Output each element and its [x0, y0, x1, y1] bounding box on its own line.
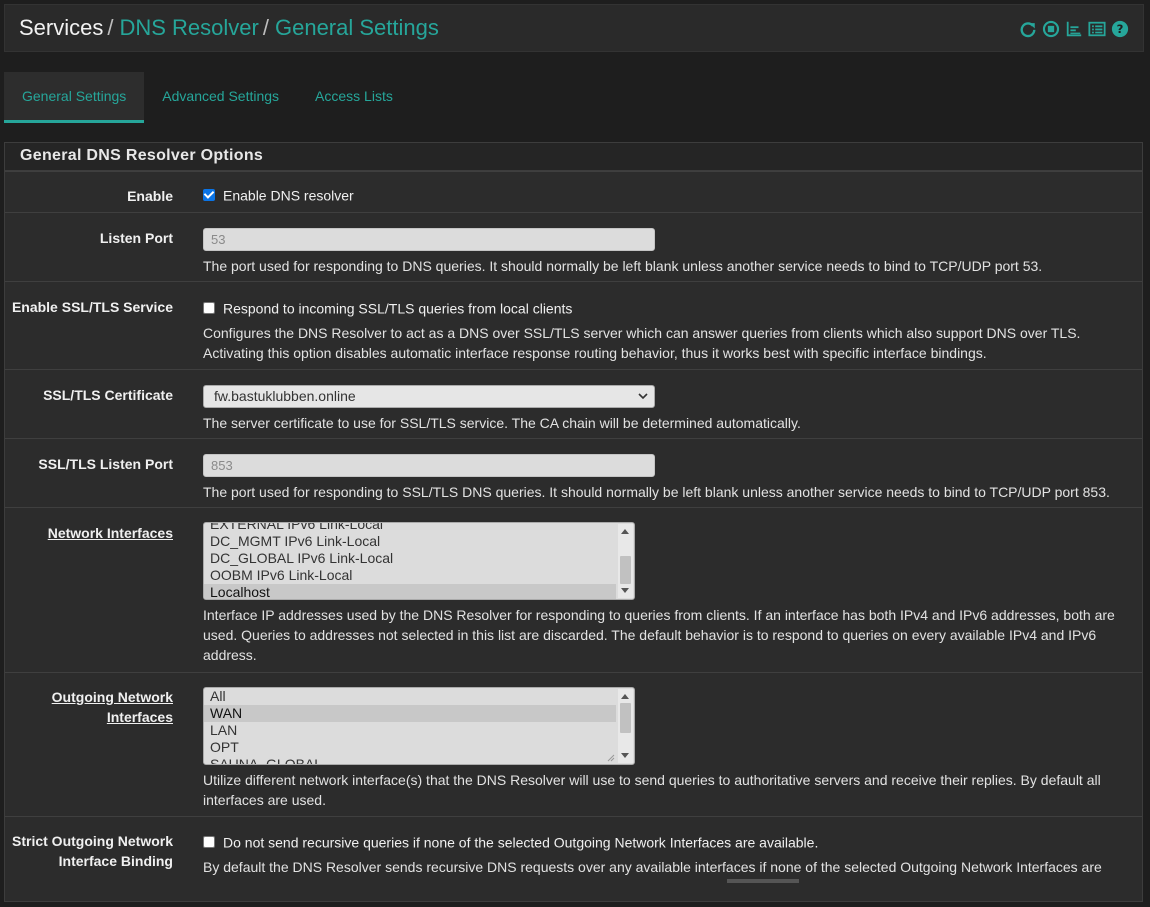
outgoing-interfaces-row: Outgoing Network Interfaces All WAN LAN …: [5, 672, 1142, 817]
outgoing-interfaces-label[interactable]: Outgoing Network Interfaces: [5, 687, 173, 727]
network-interfaces-help: Interface IP addresses used by the DNS R…: [203, 607, 1115, 663]
tab-access-lists[interactable]: Access Lists: [297, 72, 411, 120]
enable-checkbox-label[interactable]: Enable DNS resolver: [223, 187, 354, 203]
strict-binding-label: Strict Outgoing Network Interface Bindin…: [5, 831, 173, 871]
strict-binding-checkbox-label[interactable]: Do not send recursive queries if none of…: [223, 834, 818, 850]
svg-text:?: ?: [1116, 22, 1123, 36]
enable-row: Enable Enable DNS resolver: [5, 171, 1142, 213]
list-item[interactable]: SAUNA_GLOBAL: [204, 756, 616, 764]
ssl-certificate-help: The server certificate to use for SSL/TL…: [203, 415, 801, 431]
ssl-port-row: SSL/TLS Listen Port 853 The port used fo…: [5, 438, 1142, 508]
enable-label: Enable: [127, 188, 173, 204]
scrollbar-thumb[interactable]: [620, 703, 631, 733]
breadcrumb: Services / DNS Resolver / General Settings: [19, 15, 439, 41]
list-item[interactable]: DC_GLOBAL IPv6 Link-Local: [204, 550, 616, 567]
panel-title: General DNS Resolver Options: [5, 143, 1142, 171]
ssl-service-help: Configures the DNS Resolver to act as a …: [203, 325, 1081, 362]
strict-binding-row: Strict Outgoing Network Interface Bindin…: [5, 816, 1142, 907]
list-item[interactable]: OPT: [204, 739, 616, 756]
breadcrumb-dns-resolver[interactable]: DNS Resolver: [119, 15, 258, 40]
list-item-selected[interactable]: Localhost: [204, 584, 616, 599]
breadcrumb-separator: /: [262, 15, 269, 40]
listbox-scrollbar[interactable]: [618, 689, 633, 763]
listen-port-row: Listen Port 53 The port used for respond…: [5, 212, 1142, 282]
list-item[interactable]: LAN: [204, 722, 616, 739]
network-interfaces-listbox[interactable]: EXTERNAL IPv6 Link-Local DC_MGMT IPv6 Li…: [203, 522, 635, 600]
outgoing-interfaces-listbox[interactable]: All WAN LAN OPT SAUNA_GLOBAL: [203, 687, 635, 765]
outgoing-interfaces-help: Utilize different network interface(s) t…: [203, 772, 1101, 808]
scroll-up-icon[interactable]: [621, 694, 629, 699]
strict-binding-help: By default the DNS Resolver sends recurs…: [203, 859, 1102, 876]
resize-grip-icon[interactable]: [607, 754, 615, 762]
ssl-service-checkbox-label[interactable]: Respond to incoming SSL/TLS queries from…: [223, 300, 572, 316]
stop-icon[interactable]: [1041, 19, 1060, 38]
breadcrumb-general-settings[interactable]: General Settings: [275, 15, 439, 40]
list-item[interactable]: DC_MGMT IPv6 Link-Local: [204, 533, 616, 550]
enable-checkbox[interactable]: [203, 189, 215, 202]
outgoing-label-line1: Outgoing Network: [51, 689, 173, 705]
listen-port-label: Listen Port: [99, 230, 173, 246]
enable-control: Enable DNS resolver: [203, 186, 1134, 203]
tab-general-settings[interactable]: General Settings: [4, 72, 145, 123]
page-header: Services / DNS Resolver / General Settings ?: [4, 4, 1144, 52]
reload-icon[interactable]: [1018, 19, 1037, 38]
strict-label-line1: Strict Outgoing Network: [12, 833, 173, 849]
ssl-certificate-row: SSL/TLS Certificate fw.bastuklubben.onli…: [5, 369, 1142, 439]
tab-bar: General Settings Advanced Settings Acces…: [4, 72, 411, 123]
list-item[interactable]: OOBM IPv6 Link-Local: [204, 567, 616, 584]
ssl-service-row: Enable SSL/TLS Service Respond to incomi…: [5, 281, 1142, 370]
breadcrumb-separator: /: [107, 15, 114, 40]
breadcrumb-services: Services: [19, 15, 104, 40]
scroll-down-icon[interactable]: [621, 753, 629, 758]
outgoing-label-line2: Interfaces: [106, 709, 173, 725]
ssl-service-checkbox[interactable]: [203, 302, 215, 315]
ssl-port-input[interactable]: 853: [203, 454, 655, 477]
strict-label-line2: Interface Binding: [58, 853, 173, 869]
header-icon-bar: ?: [1018, 19, 1129, 38]
listbox-scrollbar[interactable]: [618, 524, 633, 598]
list-item[interactable]: EXTERNAL IPv6 Link-Local: [204, 523, 616, 533]
scroll-up-icon[interactable]: [621, 529, 629, 534]
network-interfaces-row: Network Interfaces EXTERNAL IPv6 Link-Lo…: [5, 507, 1142, 673]
ssl-service-label: Enable SSL/TLS Service: [11, 299, 173, 315]
listen-port-input[interactable]: 53: [203, 228, 655, 251]
network-interfaces-label[interactable]: Network Interfaces: [5, 523, 173, 543]
list-item-selected[interactable]: WAN: [204, 705, 616, 722]
settings-panel: General DNS Resolver Options Enable Enab…: [4, 142, 1143, 902]
ssl-certificate-value: fw.bastuklubben.online: [214, 388, 356, 404]
listen-port-help: The port used for responding to DNS quer…: [203, 258, 1043, 274]
list-item[interactable]: All: [204, 688, 616, 705]
scrollbar-thumb[interactable]: [620, 556, 631, 584]
chevron-down-icon: [638, 393, 648, 400]
tab-advanced-settings[interactable]: Advanced Settings: [144, 72, 297, 120]
list-icon[interactable]: [1087, 19, 1106, 38]
help-icon[interactable]: ?: [1110, 19, 1129, 38]
ssl-port-label: SSL/TLS Listen Port: [38, 456, 173, 472]
ssl-certificate-label: SSL/TLS Certificate: [43, 387, 173, 403]
ssl-port-help: The port used for responding to SSL/TLS …: [203, 484, 1110, 500]
scroll-down-icon[interactable]: [621, 588, 629, 593]
chart-icon[interactable]: [1064, 19, 1083, 38]
ssl-certificate-select[interactable]: fw.bastuklubben.online: [203, 385, 655, 408]
horizontal-scrollbar[interactable]: [727, 879, 799, 883]
strict-binding-checkbox[interactable]: [203, 836, 215, 849]
